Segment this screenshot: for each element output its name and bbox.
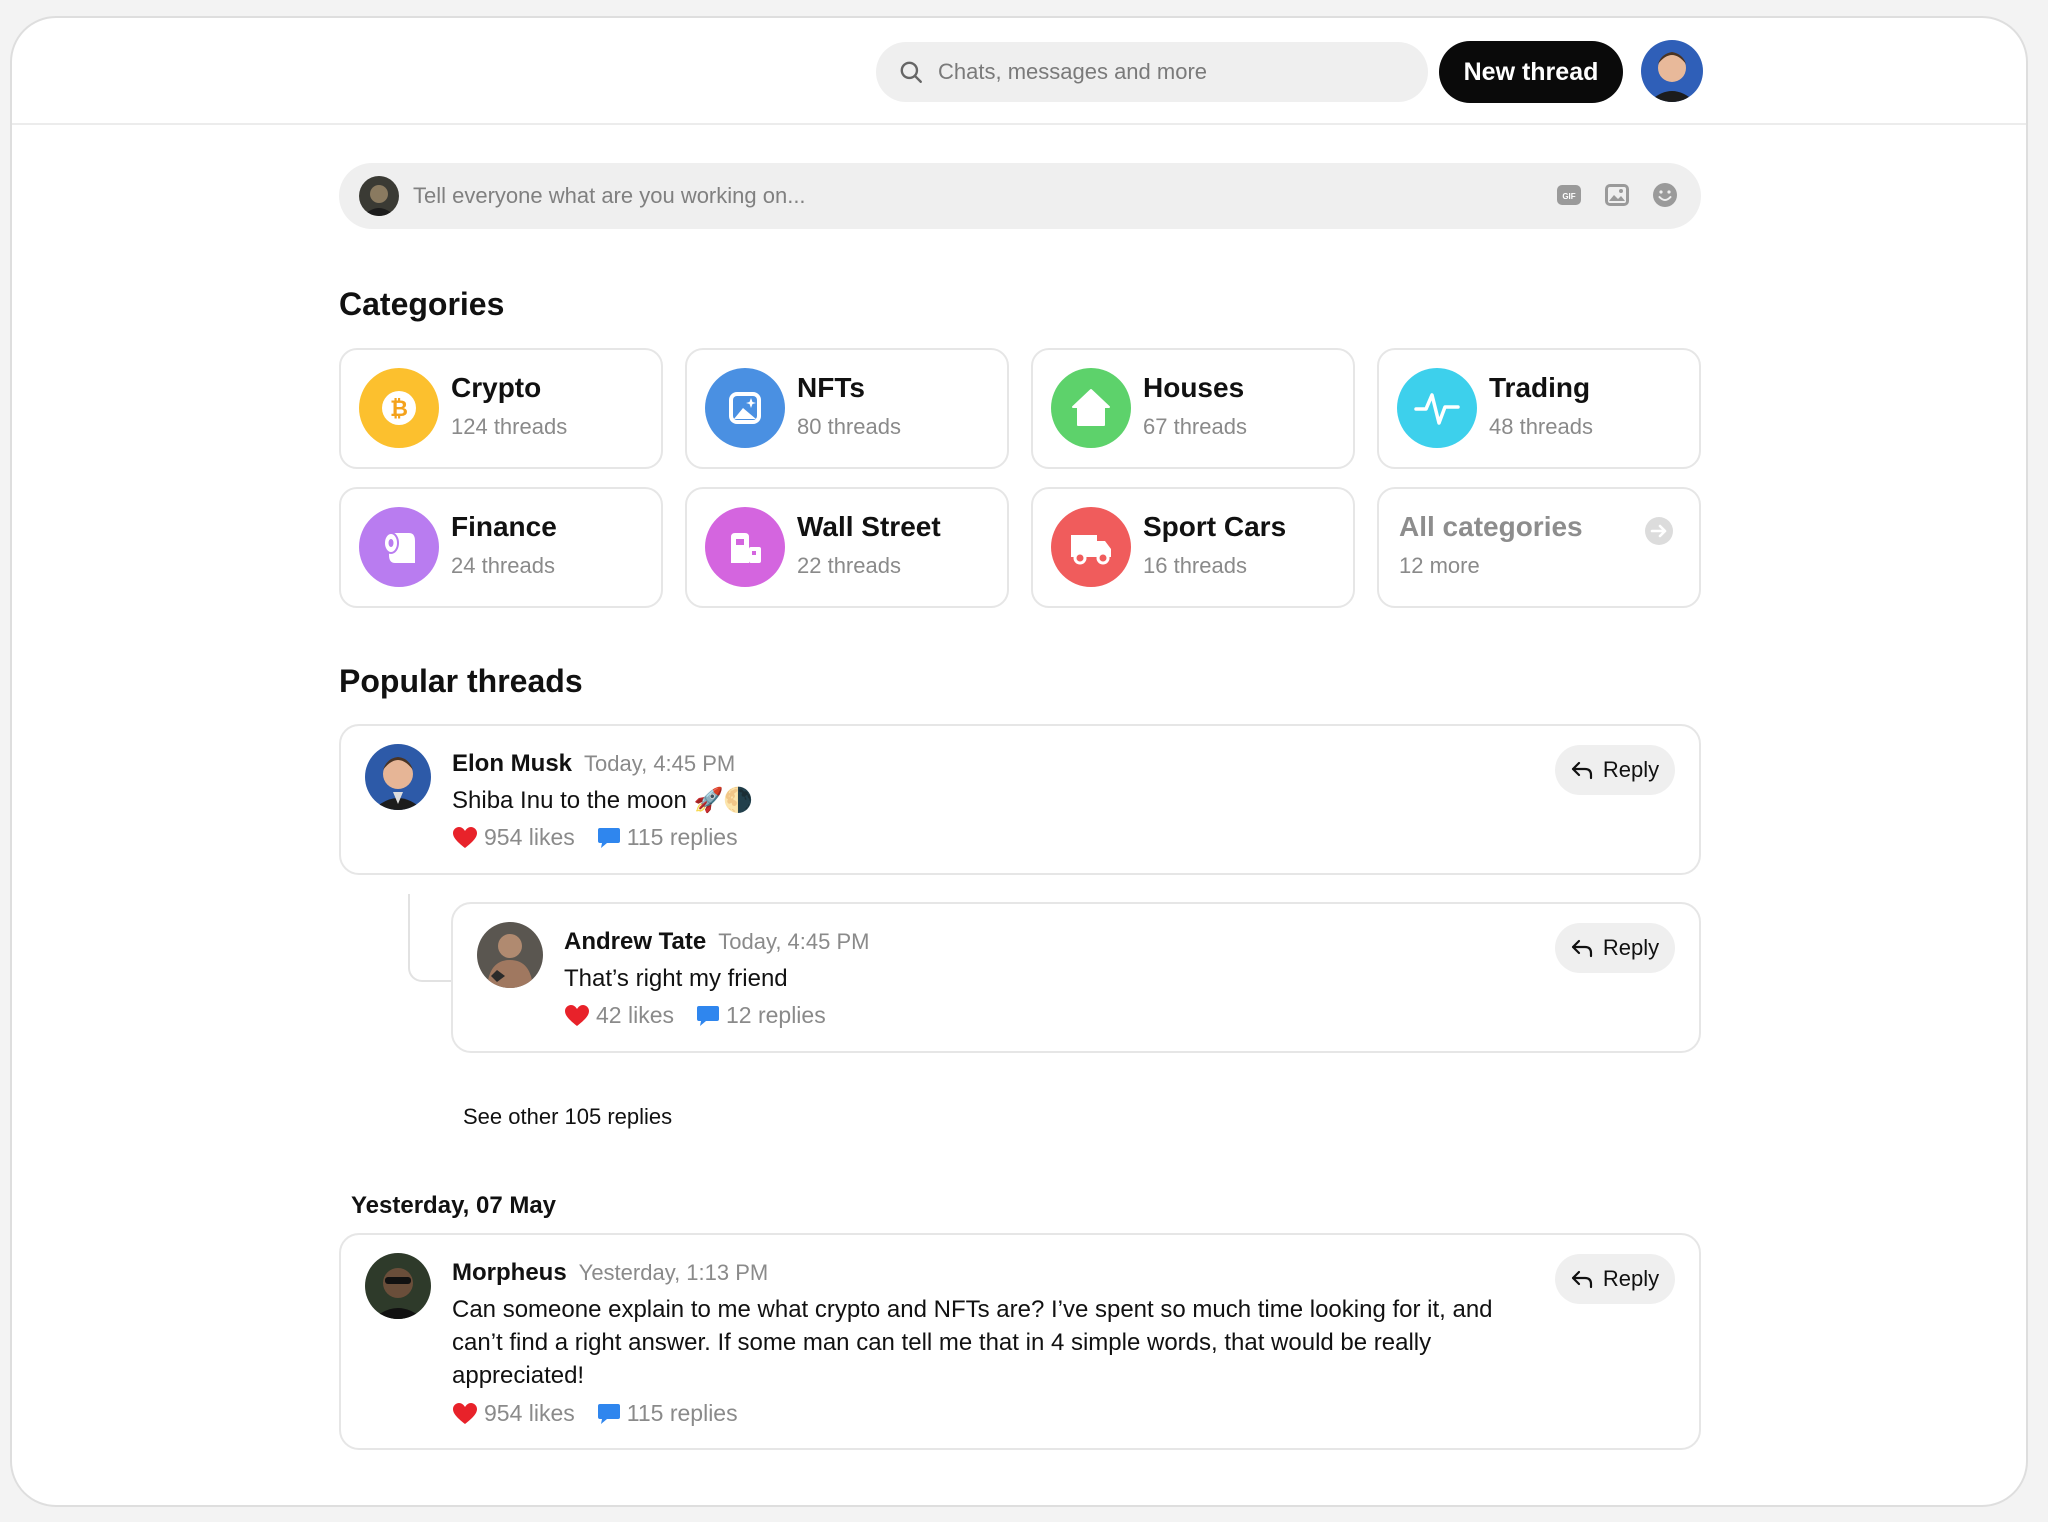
replies-count: 115 replies xyxy=(626,824,738,850)
top-bar: Chats, messages and more New thread xyxy=(12,18,2026,125)
new-thread-button[interactable]: New thread xyxy=(1439,41,1623,103)
category-count: 16 threads xyxy=(1143,553,1247,578)
category-count: 24 threads xyxy=(451,553,555,578)
category-trading[interactable]: Trading 48 threads xyxy=(1377,348,1701,469)
category-count: 124 threads xyxy=(451,414,568,439)
reply-arrow-icon xyxy=(1571,939,1592,958)
category-nfts[interactable]: NFTs 80 threads xyxy=(685,348,1009,469)
reply-label: Reply xyxy=(1602,757,1660,782)
category-sport-cars[interactable]: Sport Cars 16 threads xyxy=(1031,487,1355,608)
replies-stat[interactable]: 115 replies xyxy=(597,824,738,851)
categories-title: Categories xyxy=(339,286,505,322)
author-avatar[interactable] xyxy=(477,922,543,988)
thread-author[interactable]: Elon Musk Today, 4:45 PM xyxy=(452,750,735,778)
likes-stat[interactable]: 42 likes xyxy=(564,1002,674,1029)
see-other-replies-link[interactable]: See other 105 replies xyxy=(463,1104,672,1130)
category-finance[interactable]: Finance 24 threads xyxy=(339,487,663,608)
toilet-paper-icon xyxy=(359,507,439,587)
thread-stats: 954 likes 115 replies xyxy=(452,1400,760,1427)
thread-card: Elon Musk Today, 4:45 PM Shiba Inu to the… xyxy=(339,724,1701,875)
thread-time: Yesterday, 1:13 PM xyxy=(578,1260,769,1285)
thread-time: Today, 4:45 PM xyxy=(718,929,870,954)
author-avatar[interactable] xyxy=(365,744,431,810)
category-name: Finance xyxy=(451,511,557,542)
all-categories-label: All categories xyxy=(1399,511,1583,542)
emoji-icon[interactable] xyxy=(1651,181,1679,209)
thread-message: That’s right my friend xyxy=(564,965,788,992)
category-name: Wall Street xyxy=(797,511,941,542)
all-categories-count: 12 more xyxy=(1399,553,1480,578)
composer-placeholder: Tell everyone what are you working on... xyxy=(413,183,806,208)
author-name: Morpheus xyxy=(452,1259,567,1286)
reply-button[interactable]: Reply xyxy=(1555,745,1675,795)
replies-stat[interactable]: 12 replies xyxy=(696,1002,826,1029)
thread-time: Today, 4:45 PM xyxy=(584,751,736,776)
replies-count: 115 replies xyxy=(626,1400,738,1426)
thread-card: Morpheus Yesterday, 1:13 PM Can someone e… xyxy=(339,1233,1701,1450)
image-icon[interactable] xyxy=(1603,181,1631,209)
bitcoin-icon: ₿ xyxy=(359,368,439,448)
svg-text:₿: ₿ xyxy=(390,396,408,421)
search-icon xyxy=(900,61,922,83)
likes-count: 954 likes xyxy=(484,1400,575,1426)
likes-stat[interactable]: 954 likes xyxy=(452,1400,575,1427)
replies-count: 12 replies xyxy=(725,1002,826,1028)
reply-label: Reply xyxy=(1602,935,1660,960)
thread-stats: 42 likes 12 replies xyxy=(564,1002,848,1029)
category-houses[interactable]: Houses 67 threads xyxy=(1031,348,1355,469)
house-icon xyxy=(1051,368,1131,448)
gif-label: GIF xyxy=(1562,192,1575,201)
thread-message: Can someone explain to me what crypto an… xyxy=(452,1296,1493,1389)
speech-bubble-icon xyxy=(597,1403,620,1424)
heart-icon xyxy=(453,826,477,848)
heart-icon xyxy=(453,1402,477,1424)
reply-arrow-icon xyxy=(1571,1270,1592,1289)
reply-card: Andrew Tate Today, 4:45 PM That’s right m… xyxy=(451,902,1701,1053)
category-name: Trading xyxy=(1489,372,1591,403)
category-count: 22 threads xyxy=(797,553,901,578)
pulse-icon xyxy=(1397,368,1477,448)
truck-icon xyxy=(1051,507,1131,587)
heart-icon xyxy=(565,1004,589,1026)
building-icon xyxy=(705,507,785,587)
date-divider: Yesterday, 07 May xyxy=(351,1192,557,1219)
thread-stats: 954 likes 115 replies xyxy=(452,824,760,851)
author-name: Elon Musk xyxy=(452,750,573,777)
arrow-right-icon xyxy=(1645,517,1673,545)
category-name: NFTs xyxy=(797,372,865,403)
likes-count: 42 likes xyxy=(596,1002,674,1028)
category-name: Crypto xyxy=(451,372,542,403)
category-count: 67 threads xyxy=(1143,414,1247,439)
author-avatar[interactable] xyxy=(365,1253,431,1319)
reply-arrow-icon xyxy=(1571,761,1592,780)
reply-button[interactable]: Reply xyxy=(1555,1254,1675,1304)
thread-message: Shiba Inu to the moon 🚀🌗 xyxy=(452,787,754,814)
category-wall-street[interactable]: Wall Street 22 threads xyxy=(685,487,1009,608)
category-name: Houses xyxy=(1143,372,1245,403)
composer-avatar xyxy=(359,176,399,216)
image-sparkle-icon xyxy=(705,368,785,448)
speech-bubble-icon xyxy=(696,1005,719,1026)
popular-threads-title: Popular threads xyxy=(339,663,583,699)
app-window: Chats, messages and more New thread Tell… xyxy=(10,16,2028,1507)
likes-count: 954 likes xyxy=(484,824,575,850)
author-name: Andrew Tate xyxy=(564,928,707,955)
speech-bubble-icon xyxy=(597,827,620,848)
reply-label: Reply xyxy=(1602,1266,1660,1291)
category-count: 80 threads xyxy=(797,414,901,439)
thread-author[interactable]: Morpheus Yesterday, 1:13 PM xyxy=(452,1259,768,1287)
reply-button[interactable]: Reply xyxy=(1555,923,1675,973)
category-name: Sport Cars xyxy=(1143,511,1287,542)
search-input[interactable]: Chats, messages and more xyxy=(876,42,1428,102)
category-all[interactable]: All categories 12 more xyxy=(1377,487,1701,608)
category-count: 48 threads xyxy=(1489,414,1593,439)
replies-stat[interactable]: 115 replies xyxy=(597,1400,738,1427)
gif-icon[interactable]: GIF xyxy=(1555,181,1583,209)
search-placeholder: Chats, messages and more xyxy=(938,59,1208,84)
likes-stat[interactable]: 954 likes xyxy=(452,824,575,851)
thread-author[interactable]: Andrew Tate Today, 4:45 PM xyxy=(564,928,869,956)
category-crypto[interactable]: ₿ Crypto 124 threads xyxy=(339,348,663,469)
post-composer[interactable]: Tell everyone what are you working on...… xyxy=(339,163,1701,229)
user-avatar[interactable] xyxy=(1641,40,1703,102)
